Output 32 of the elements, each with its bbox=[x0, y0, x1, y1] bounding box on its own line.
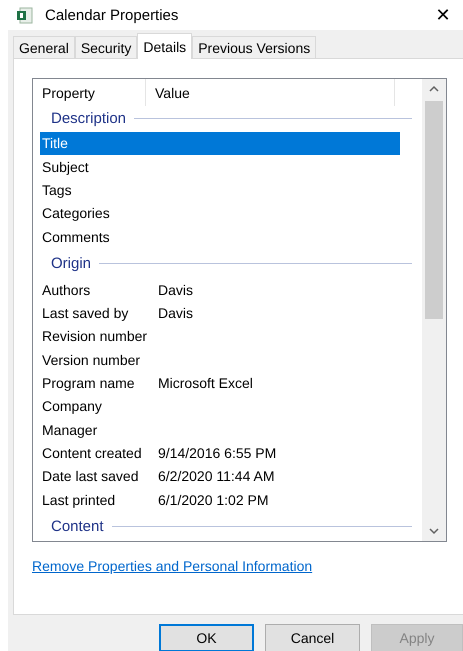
list-row[interactable]: Date last saved 6/2/2020 11:44 AM bbox=[40, 464, 400, 488]
list-row[interactable]: Subject bbox=[40, 155, 400, 178]
list-row[interactable]: Content created 9/14/2016 6:55 PM bbox=[40, 441, 400, 465]
group-header: Description bbox=[51, 110, 126, 128]
list-row[interactable]: Last saved by Davis bbox=[40, 301, 400, 325]
dialog-button[interactable]: Cancel bbox=[265, 624, 360, 651]
remove-properties-link[interactable]: Remove Properties and Personal Information bbox=[32, 558, 312, 574]
dialog-button[interactable]: OK bbox=[159, 624, 254, 651]
tab[interactable]: Details bbox=[137, 33, 192, 59]
window-title: Calendar Properties bbox=[45, 6, 180, 24]
list-row[interactable]: Manager bbox=[40, 418, 400, 442]
list-row[interactable]: Revision number bbox=[40, 324, 400, 348]
group-header: Origin bbox=[51, 254, 92, 272]
list-row[interactable]: Company bbox=[40, 394, 400, 418]
list-row[interactable]: Last printed 6/1/2020 1:02 PM bbox=[40, 488, 400, 512]
list-row[interactable]: Categories bbox=[40, 202, 400, 226]
list-row[interactable]: Tags bbox=[40, 178, 400, 202]
list-row[interactable]: Program name Microsoft Excel bbox=[40, 371, 400, 395]
list-row[interactable]: Comments bbox=[40, 225, 400, 248]
spreadsheet-icon bbox=[17, 6, 33, 24]
tab[interactable]: General bbox=[13, 36, 75, 58]
list-row[interactable]: Version number bbox=[40, 348, 400, 372]
list-row[interactable]: Authors Davis bbox=[40, 278, 400, 302]
scroll-thumb[interactable] bbox=[425, 101, 443, 319]
scrollbar[interactable] bbox=[422, 79, 446, 541]
column-header[interactable]: Property bbox=[33, 79, 146, 106]
tab[interactable]: Previous Versions bbox=[192, 36, 316, 58]
close-button[interactable]: ✕ bbox=[423, 0, 463, 30]
list-row[interactable]: Title bbox=[40, 132, 400, 156]
group-header: Content bbox=[51, 518, 104, 535]
tab[interactable]: Security bbox=[74, 36, 138, 58]
column-header[interactable]: Value bbox=[146, 79, 395, 106]
